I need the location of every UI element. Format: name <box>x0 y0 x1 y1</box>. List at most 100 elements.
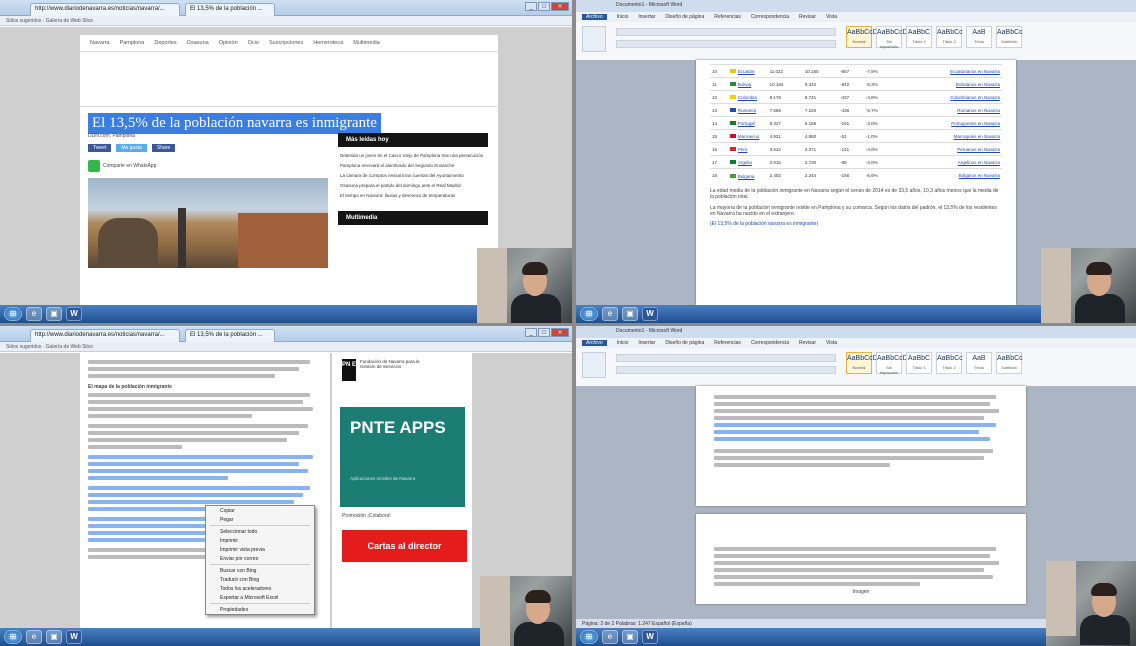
style-normal[interactable]: AaBbCcDc Normal <box>846 26 881 48</box>
country-cell[interactable]: Colombia <box>727 90 768 104</box>
close-icon[interactable]: ✕ <box>551 2 569 11</box>
country-link[interactable]: Peruanos en Navarra <box>895 142 1002 156</box>
tab-mailings[interactable]: Correspondencia <box>751 340 789 346</box>
whatsapp-share[interactable]: Comparte en WhatsApp <box>88 160 328 172</box>
tab-layout[interactable]: Diseño de página <box>665 340 704 346</box>
style-heading-1[interactable]: AaBbC Título 1 <box>906 352 932 374</box>
tab-references[interactable]: Referencias <box>714 14 741 20</box>
maximize-icon[interactable]: □ <box>538 2 550 11</box>
maximize-icon[interactable]: □ <box>538 328 550 337</box>
fav-item[interactable]: Sitios sugeridos <box>6 18 41 24</box>
context-menu-item[interactable]: Buscar con Bing <box>206 566 314 575</box>
address-tab[interactable]: http://www.diariodenavarra.es/noticias/n… <box>30 329 180 342</box>
ie-icon[interactable]: e <box>26 630 42 644</box>
tab-insert[interactable]: Insertar <box>638 14 655 20</box>
paste-icon[interactable] <box>582 352 606 378</box>
font-controls[interactable] <box>616 28 836 36</box>
start-icon[interactable]: ⊞ <box>580 307 598 321</box>
document-page-1[interactable] <box>696 386 1026 506</box>
sidebar-item[interactable]: Osasuna prepara el partido del domingo a… <box>340 183 486 189</box>
minimize-icon[interactable]: _ <box>525 2 537 11</box>
font-controls[interactable] <box>616 354 836 362</box>
ie-icon[interactable]: e <box>602 307 618 321</box>
country-cell[interactable]: Argelia <box>727 155 768 169</box>
nav-item[interactable]: Deportes <box>154 40 176 46</box>
country-link[interactable]: Rumanos en Navarra <box>895 103 1002 117</box>
context-menu-item[interactable]: Enviar por correo <box>206 554 314 563</box>
style-subtitle[interactable]: AaBbCc Subtítulo <box>996 26 1023 48</box>
context-menu-item[interactable]: Traducir con Bing <box>206 575 314 584</box>
word-icon[interactable]: W <box>642 630 658 644</box>
style-title[interactable]: AaB Título <box>966 352 992 374</box>
tab-review[interactable]: Revisar <box>799 340 816 346</box>
country-link[interactable]: Colombianos en Navarra <box>895 90 1002 104</box>
fav-item[interactable]: Galería de Web Slice <box>46 344 93 350</box>
country-link[interactable]: Argelinos en Navarra <box>895 155 1002 169</box>
tab-layout[interactable]: Diseño de página <box>665 14 704 20</box>
country-cell[interactable]: Marruecos <box>727 129 768 143</box>
sidebar-item[interactable]: La cámara de Comptos revisará las cuenta… <box>340 173 486 179</box>
pnte-apps-banner[interactable]: PNTE APPS Aplicaciones móviles de Navarr… <box>340 407 465 507</box>
share-button[interactable]: Tweet <box>88 144 112 152</box>
context-menu-item[interactable]: Seleccionar todo <box>206 527 314 536</box>
tab-home[interactable]: Inicio <box>617 340 629 346</box>
paste-icon[interactable] <box>582 26 606 52</box>
tab-file[interactable]: Archivo <box>582 14 607 20</box>
document-page-2[interactable]: Imagen <box>696 514 1026 604</box>
context-menu-item[interactable]: Imprimir vista previa <box>206 545 314 554</box>
address-tab[interactable]: http://www.diariodenavarra.es/noticias/n… <box>30 3 180 16</box>
nav-item[interactable]: Suscripciones <box>269 40 303 46</box>
context-menu-item[interactable]: Imprimir <box>206 536 314 545</box>
country-link[interactable]: Búlgaros en Navarra <box>895 168 1002 182</box>
nav-item[interactable]: Hemeroteca <box>313 40 343 46</box>
paragraph-controls[interactable] <box>616 366 836 374</box>
explorer-icon[interactable]: ▣ <box>46 630 62 644</box>
share-button[interactable]: Me gusta <box>116 144 147 152</box>
explorer-icon[interactable]: ▣ <box>622 630 638 644</box>
country-cell[interactable]: Ecuador <box>727 64 768 78</box>
close-icon[interactable]: ✕ <box>551 328 569 337</box>
tab-view[interactable]: Vista <box>826 340 837 346</box>
country-link[interactable]: Portugueses en Navarra <box>895 116 1002 130</box>
document-page[interactable]: 10 Ecuador 11.022 10.165 -857 -7,8% Ecuatorian… <box>696 60 1016 305</box>
tab-review[interactable]: Revisar <box>799 14 816 20</box>
style-normal[interactable]: AaBbCcDc Normal <box>846 352 881 374</box>
nav-item[interactable]: Opinión <box>219 40 238 46</box>
nav-item[interactable]: Navarra <box>90 40 110 46</box>
nav-item[interactable]: Osasuna <box>187 40 209 46</box>
style-no-spacing[interactable]: AaBbCcDc Sin espaciado <box>876 352 911 375</box>
country-link[interactable]: Ecuatorianos en Navarra <box>895 64 1002 78</box>
start-icon[interactable]: ⊞ <box>4 307 22 321</box>
style-subtitle[interactable]: AaBbCc Subtítulo <box>996 352 1023 374</box>
style-title[interactable]: AaB Título <box>966 26 992 48</box>
cartas-director-button[interactable]: Cartas al director <box>342 530 467 562</box>
ie-icon[interactable]: e <box>26 307 42 321</box>
share-button[interactable]: Share <box>151 144 176 152</box>
browser-tab-active[interactable]: El 13,5% de la población ... <box>185 329 275 342</box>
country-cell[interactable]: Rumanía <box>727 103 768 117</box>
browser-tab-active[interactable]: El 13,5% de la población ... <box>185 3 275 16</box>
nav-item[interactable]: Ocio <box>248 40 259 46</box>
context-menu-item[interactable]: Pegar <box>206 515 314 524</box>
explorer-icon[interactable]: ▣ <box>622 307 638 321</box>
context-menu-item[interactable]: Copiar <box>206 506 314 515</box>
sidebar-item[interactable]: Pamplona renovará el alumbrado del Segun… <box>340 163 486 169</box>
explorer-icon[interactable]: ▣ <box>46 307 62 321</box>
country-link[interactable]: Marroquíes en Navarra <box>895 129 1002 143</box>
style-heading-2[interactable]: AaBbCc Título 2 <box>936 352 963 374</box>
sidebar-item[interactable]: Detenido un joven en el Casco Viejo de P… <box>340 153 486 159</box>
context-menu-item[interactable]: Propiedades <box>206 605 314 614</box>
style-heading-2[interactable]: AaBbCc Título 2 <box>936 26 963 48</box>
style-heading-1[interactable]: AaBbC Título 1 <box>906 26 932 48</box>
word-icon[interactable]: W <box>66 307 82 321</box>
tab-references[interactable]: Referencias <box>714 340 741 346</box>
ie-icon[interactable]: e <box>602 630 618 644</box>
country-link[interactable]: Bolivianos en Navarra <box>895 77 1002 91</box>
fav-item[interactable]: Sitios sugeridos <box>6 344 41 350</box>
context-menu-item[interactable]: Todos los aceleradores <box>206 584 314 593</box>
word-icon[interactable]: W <box>642 307 658 321</box>
start-icon[interactable]: ⊞ <box>4 630 22 644</box>
sidebar-item[interactable]: El tiempo en Navarra: lluvias y descenso… <box>340 193 486 199</box>
tab-file[interactable]: Archivo <box>582 340 607 346</box>
minimize-icon[interactable]: _ <box>525 328 537 337</box>
